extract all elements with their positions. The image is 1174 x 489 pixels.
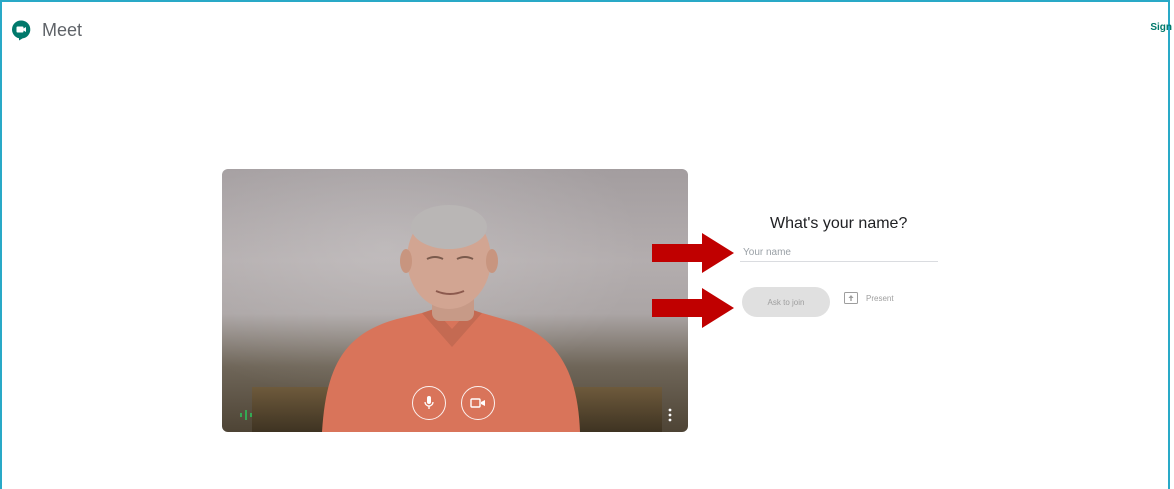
video-camera-icon	[470, 398, 485, 408]
present-label: Present	[866, 293, 894, 303]
present-screen-icon	[844, 292, 858, 304]
audio-level-icon	[240, 410, 252, 420]
name-question-heading: What's your name?	[770, 215, 908, 232]
app-header: Meet	[10, 16, 82, 44]
camera-toggle-button[interactable]	[461, 386, 495, 420]
ask-to-join-button[interactable]: Ask to join	[742, 287, 830, 317]
self-view-person	[322, 205, 580, 432]
app-title: Meet	[42, 19, 83, 40]
annotation-arrow-icon	[652, 233, 734, 273]
name-input[interactable]	[740, 243, 938, 262]
meet-logo-icon	[12, 20, 31, 41]
microphone-icon	[424, 396, 434, 409]
microphone-toggle-button[interactable]	[412, 386, 446, 420]
sign-in-link[interactable]: Sign	[1150, 22, 1172, 33]
more-vertical-icon	[668, 408, 672, 422]
present-button[interactable]: Present	[844, 292, 894, 304]
more-options-button[interactable]	[662, 405, 678, 425]
video-preview	[222, 169, 688, 432]
annotation-arrow-icon	[652, 288, 734, 328]
